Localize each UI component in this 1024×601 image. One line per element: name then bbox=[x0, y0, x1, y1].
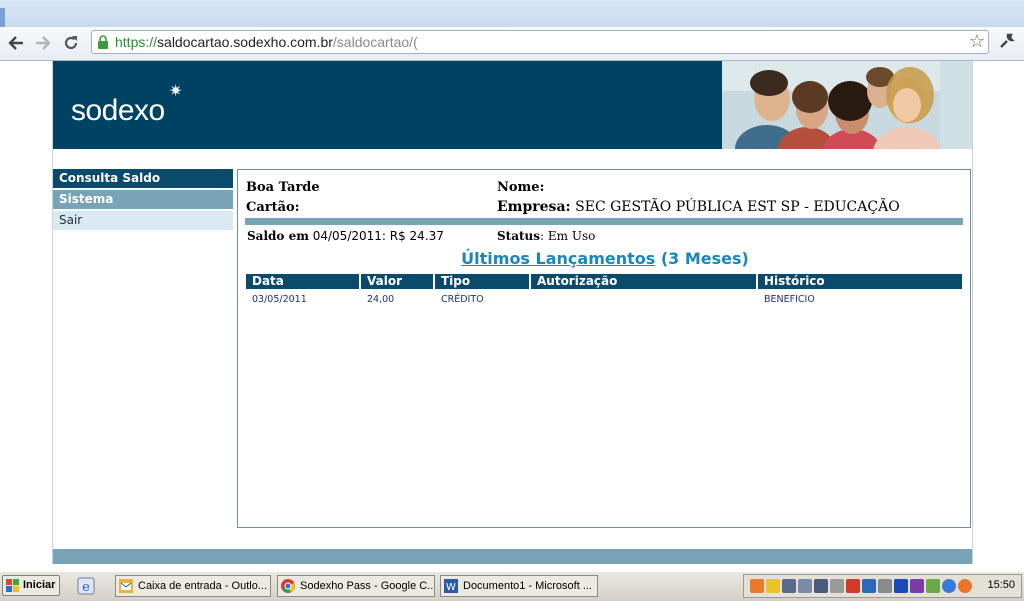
page-viewport: sodexo ✷ Consulta Saldo Sistema Sair Boa… bbox=[0, 61, 1024, 571]
taskbar-item-chrome[interactable]: Sodexho Pass - Google C... bbox=[277, 575, 435, 597]
reload-icon bbox=[64, 36, 78, 50]
tray-printer-icon[interactable] bbox=[926, 579, 940, 593]
tray-volume-icon[interactable] bbox=[830, 579, 844, 593]
chrome-icon bbox=[281, 579, 295, 593]
reload-button[interactable] bbox=[60, 32, 82, 54]
column-header-valor: Valor bbox=[361, 274, 433, 289]
taskbar-clock[interactable]: 15:50 bbox=[987, 579, 1015, 591]
column-header-autorizacao: Autorização bbox=[531, 274, 756, 289]
forward-arrow-icon bbox=[36, 36, 51, 50]
tray-bluetooth-icon[interactable] bbox=[894, 579, 908, 593]
url-path: /saldocartao/( bbox=[332, 34, 418, 50]
tray-app-icon[interactable] bbox=[862, 579, 876, 593]
url-text[interactable]: https://saldocartao.sodexho.com.br/saldo… bbox=[115, 34, 418, 50]
status-value: : Em Uso bbox=[540, 229, 596, 243]
empresa-label: Empresa: bbox=[497, 199, 571, 215]
menu-item-consulta-saldo[interactable]: Consulta Saldo bbox=[53, 169, 233, 188]
tray-security-shield-icon[interactable] bbox=[766, 579, 780, 593]
menu-item-sair[interactable]: Sair bbox=[53, 211, 233, 230]
cell-historico: BENEFICIO bbox=[764, 294, 815, 305]
tray-wireless-icon[interactable] bbox=[798, 579, 812, 593]
column-header-historico: Histórico bbox=[758, 274, 962, 289]
forward-button[interactable] bbox=[32, 32, 54, 54]
empresa-value: SEC GESTÃO PÚBLICA EST SP - EDUCAÇÃO bbox=[575, 199, 900, 215]
windows-taskbar: Iniciar e Caixa de entrada - Outlo... So… bbox=[0, 571, 1024, 601]
back-button[interactable] bbox=[5, 32, 27, 54]
start-label: Iniciar bbox=[23, 579, 56, 591]
cartao-label: Cartão: bbox=[246, 200, 300, 215]
status-line: Status: Em Uso bbox=[497, 229, 595, 243]
lock-icon bbox=[98, 35, 108, 49]
tray-help-icon[interactable] bbox=[942, 579, 956, 593]
tray-alert-icon[interactable] bbox=[846, 579, 860, 593]
logo-star-icon: ✷ bbox=[169, 81, 183, 100]
quick-launch-ie-icon[interactable]: e bbox=[77, 577, 95, 595]
header-photo bbox=[722, 61, 972, 149]
section-divider bbox=[245, 218, 963, 225]
content-panel: Boa Tarde Cartão: Nome: Empresa: SEC GES… bbox=[237, 169, 971, 528]
taskbar-item-outlook[interactable]: Caixa de entrada - Outlo... bbox=[115, 575, 271, 597]
url-scheme: https:// bbox=[115, 34, 158, 50]
windows-flag-icon bbox=[6, 579, 19, 592]
bookmark-star-icon[interactable]: ☆ bbox=[969, 31, 985, 53]
greeting-text: Boa Tarde bbox=[246, 180, 320, 195]
cell-tipo: CRÉDITO bbox=[441, 294, 484, 305]
footer-bar bbox=[53, 549, 972, 564]
transactions-period: (3 Meses) bbox=[660, 249, 749, 268]
nome-label: Nome: bbox=[497, 180, 545, 195]
taskbar-item-label: Caixa de entrada - Outlo... bbox=[138, 580, 268, 592]
page-container: sodexo ✷ Consulta Saldo Sistema Sair Boa… bbox=[52, 61, 973, 564]
sodexo-logo[interactable]: sodexo bbox=[71, 94, 165, 128]
menu-item-sistema[interactable]: Sistema bbox=[53, 190, 233, 209]
cell-data: 03/05/2011 bbox=[252, 294, 307, 305]
tray-disk-icon[interactable] bbox=[878, 579, 892, 593]
taskbar-item-label: Documento1 - Microsoft ... bbox=[463, 580, 592, 592]
tray-update-icon[interactable] bbox=[750, 579, 764, 593]
svg-text:W: W bbox=[446, 582, 456, 593]
svg-text:e: e bbox=[82, 580, 90, 595]
tab-strip-corner bbox=[0, 8, 5, 27]
cell-valor: 24,00 bbox=[367, 294, 395, 305]
ultimos-lancamentos-link[interactable]: Últimos Lançamentos bbox=[461, 249, 655, 268]
saldo-line: Saldo em 04/05/2011: R$ 24.37 bbox=[247, 229, 444, 243]
header-banner: sodexo ✷ bbox=[53, 61, 722, 149]
column-header-tipo: Tipo bbox=[435, 274, 529, 289]
system-tray: 15:50 bbox=[743, 574, 1022, 598]
wrench-menu-icon[interactable] bbox=[997, 32, 1017, 52]
transactions-title: Últimos Lançamentos (3 Meses) bbox=[238, 249, 972, 268]
outlook-icon bbox=[119, 579, 133, 593]
status-label: Status bbox=[497, 229, 541, 243]
saldo-value: 04/05/2011: R$ 24.37 bbox=[312, 229, 444, 243]
saldo-label: Saldo em bbox=[247, 229, 309, 243]
address-bar[interactable]: https://saldocartao.sodexho.com.br/saldo… bbox=[91, 30, 989, 54]
wrench-icon bbox=[1000, 33, 1015, 48]
tray-onenote-icon[interactable] bbox=[910, 579, 924, 593]
internet-explorer-icon: e bbox=[77, 577, 95, 595]
tray-network-icon[interactable] bbox=[782, 579, 796, 593]
taskbar-item-label: Sodexho Pass - Google C... bbox=[300, 580, 435, 592]
empresa-line: Empresa: SEC GESTÃO PÚBLICA EST SP - EDU… bbox=[497, 199, 900, 215]
start-button[interactable]: Iniciar bbox=[2, 575, 60, 596]
back-arrow-icon bbox=[8, 36, 23, 50]
browser-toolbar: https://saldocartao.sodexho.com.br/saldo… bbox=[0, 27, 1024, 61]
word-icon: W bbox=[444, 579, 458, 593]
tray-clock-app-icon[interactable] bbox=[958, 579, 972, 593]
taskbar-item-word[interactable]: W Documento1 - Microsoft ... bbox=[440, 575, 598, 597]
people-photo-image bbox=[722, 61, 972, 149]
url-host: saldocartao.sodexho.com.br bbox=[157, 34, 333, 50]
browser-tab-strip bbox=[0, 0, 1024, 27]
column-header-data: Data bbox=[246, 274, 359, 289]
tray-network-disconnected-icon[interactable] bbox=[814, 579, 828, 593]
